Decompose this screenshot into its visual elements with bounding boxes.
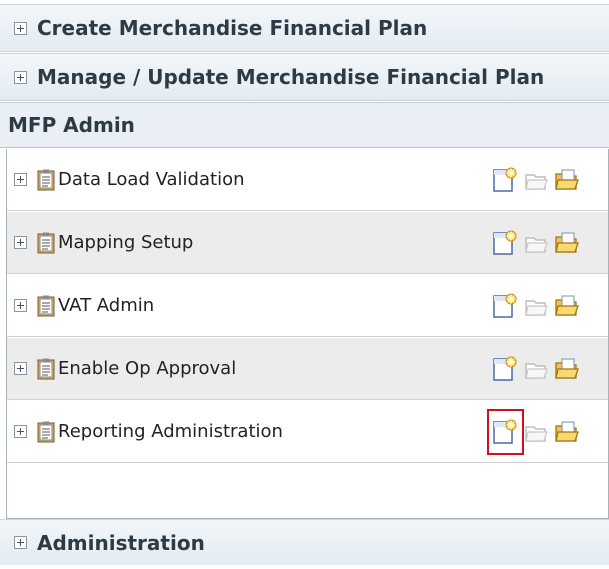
- open-workbook-disabled-icon: [525, 174, 548, 190]
- section-manage-mfp[interactable]: Manage / Update Merchandise Financial Pl…: [0, 53, 609, 101]
- section-title: Create Merchandise Financial Plan: [37, 16, 428, 40]
- open-workbook-disabled-icon: [525, 426, 548, 442]
- expand-icon[interactable]: [14, 299, 27, 312]
- task-label[interactable]: Data Load Validation: [58, 169, 245, 190]
- task-label[interactable]: Mapping Setup: [58, 232, 193, 253]
- open-workbook-disabled-icon: [525, 363, 548, 379]
- task-actions: [492, 354, 580, 384]
- task-row: VAT Admin: [7, 275, 608, 337]
- task-actions: [492, 291, 580, 321]
- clipboard-icon: [37, 295, 55, 316]
- task-label[interactable]: Reporting Administration: [58, 421, 283, 442]
- clipboard-icon: [37, 421, 55, 442]
- section-title: Manage / Update Merchandise Financial Pl…: [37, 65, 545, 89]
- task-row: Enable Op Approval: [7, 338, 608, 400]
- task-actions: [492, 228, 580, 258]
- open-folder-icon[interactable]: [554, 419, 580, 445]
- task-actions: [492, 165, 580, 195]
- section-title: Administration: [37, 530, 205, 555]
- task-row: Data Load Validation: [7, 149, 608, 211]
- open-workbook-disabled-icon: [525, 237, 548, 253]
- new-workbook-icon[interactable]: [492, 293, 518, 319]
- expand-icon[interactable]: [14, 21, 27, 35]
- section-administration[interactable]: Administration: [0, 519, 609, 565]
- mfp-admin-task-list: Data Load Validation Mapping Setup VAT A…: [6, 149, 609, 519]
- task-label[interactable]: Enable Op Approval: [58, 358, 236, 379]
- new-workbook-icon[interactable]: [492, 230, 518, 256]
- expand-icon[interactable]: [14, 425, 27, 438]
- open-workbook-disabled-icon: [525, 300, 548, 316]
- section-mfp-admin[interactable]: MFP Admin: [0, 102, 609, 148]
- open-folder-icon[interactable]: [554, 230, 580, 256]
- clipboard-icon: [37, 358, 55, 379]
- clipboard-icon: [37, 169, 55, 190]
- section-title: MFP Admin: [8, 113, 135, 137]
- task-actions: [492, 417, 580, 447]
- new-workbook-icon[interactable]: [492, 167, 518, 193]
- expand-icon[interactable]: [14, 362, 27, 375]
- open-folder-icon[interactable]: [554, 356, 580, 382]
- clipboard-icon: [37, 232, 55, 253]
- new-workbook-icon[interactable]: [492, 356, 518, 382]
- task-row: Mapping Setup: [7, 212, 608, 274]
- expand-icon[interactable]: [14, 173, 27, 186]
- open-folder-icon[interactable]: [554, 167, 580, 193]
- expand-icon[interactable]: [14, 70, 27, 84]
- expand-icon[interactable]: [14, 236, 27, 249]
- task-row: Reporting Administration: [7, 401, 608, 463]
- open-folder-icon[interactable]: [554, 293, 580, 319]
- section-create-mfp[interactable]: Create Merchandise Financial Plan: [0, 4, 609, 52]
- task-label[interactable]: VAT Admin: [58, 295, 154, 316]
- expand-icon[interactable]: [14, 536, 27, 549]
- new-workbook-icon[interactable]: [492, 419, 518, 445]
